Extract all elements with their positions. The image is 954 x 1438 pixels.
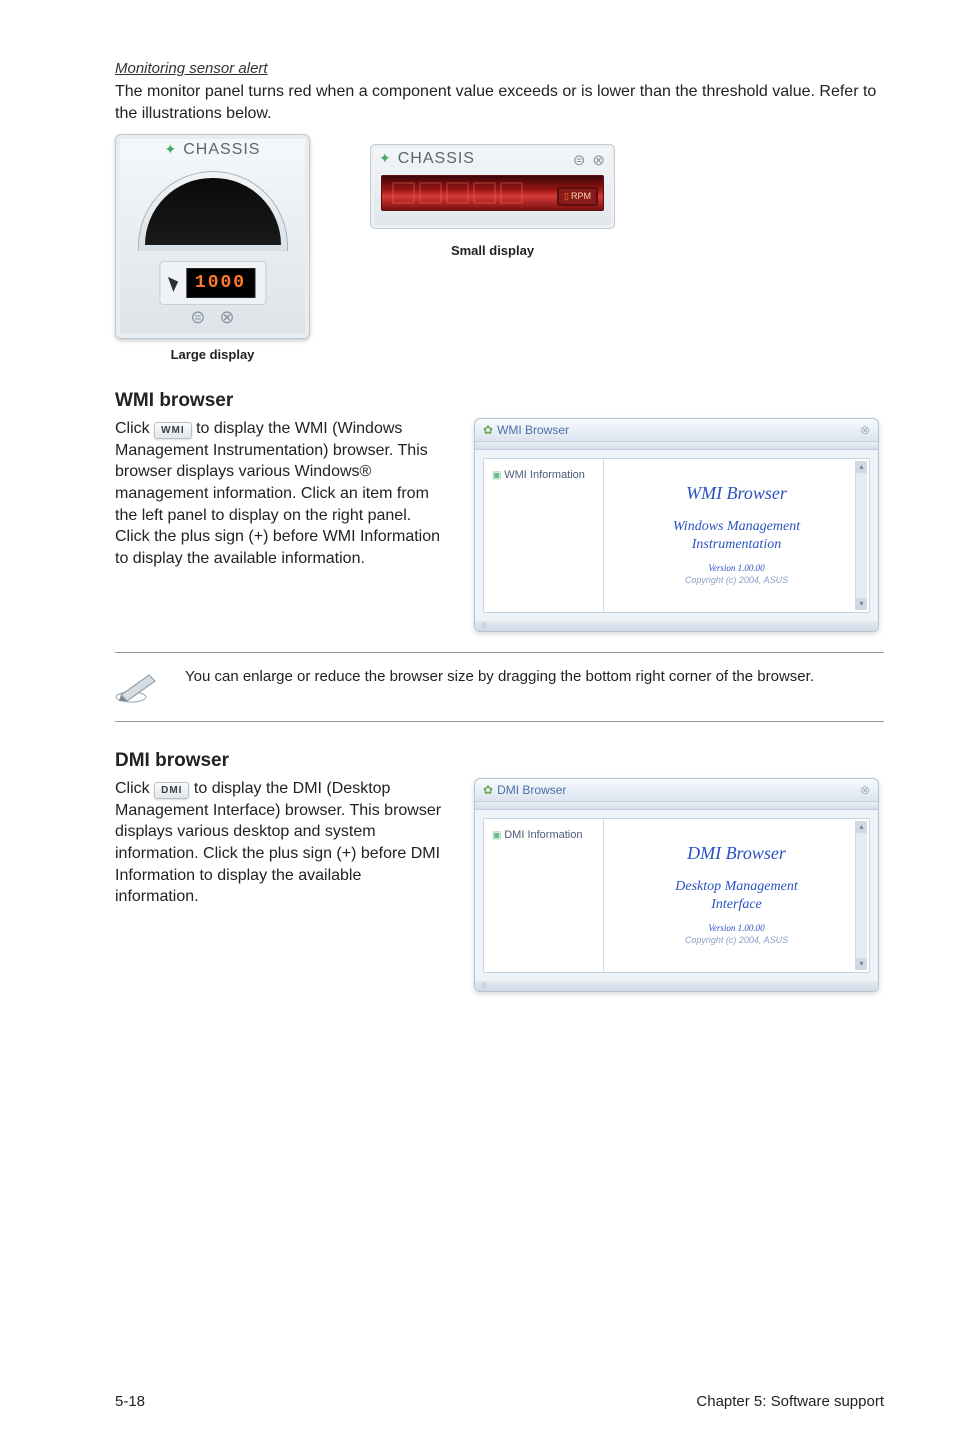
wmi-tree-panel[interactable]: WMI Information <box>484 459 604 612</box>
close-icon[interactable]: ⊗ <box>220 307 235 328</box>
gauge-digits: 1000 <box>186 268 255 298</box>
dmi-heading: DMI browser <box>115 750 884 772</box>
gauge-readout-row: 1000 <box>159 261 266 305</box>
large-display-caption: Large display <box>115 347 310 362</box>
wmi-tree-root[interactable]: WMI Information <box>492 469 585 481</box>
dmi-button[interactable]: DMI <box>154 782 189 799</box>
small-display-block: CHASSIS ⊜ ⊗ RPM Small display <box>370 144 615 258</box>
window-toolbar <box>475 802 878 810</box>
wmi-pane-title: WMI Browser <box>686 483 787 504</box>
wmi-text-suffix: to display the WMI (Windows Management I… <box>115 420 440 567</box>
large-gauge-panel: CHASSIS RPM 1000 ⊜ ⊗ <box>115 134 310 339</box>
dmi-detail-panel: DMI Browser Desktop Management Interface… <box>604 819 869 972</box>
dmi-copyright: Copyright (c) 2004, ASUS <box>685 935 788 945</box>
large-gauge-label: CHASSIS <box>183 141 260 159</box>
note-text: You can enlarge or reduce the browser si… <box>185 667 814 703</box>
large-display-block: CHASSIS RPM 1000 ⊜ ⊗ Large display <box>115 134 310 362</box>
rpm-unit-badge: RPM <box>234 224 277 245</box>
small-gauge-lcd: RPM <box>381 175 604 211</box>
wmi-heading: WMI browser <box>115 390 884 412</box>
footer-chapter: Chapter 5: Software support <box>696 1393 884 1410</box>
scroll-up-icon[interactable]: ▴ <box>856 461 867 473</box>
scroll-down-icon[interactable]: ▾ <box>856 958 867 970</box>
scrollbar[interactable]: ▴ ▾ <box>855 461 867 610</box>
settings-icon[interactable]: ⊜ <box>190 307 205 328</box>
small-gauge-panel: CHASSIS ⊜ ⊗ RPM <box>370 144 615 229</box>
wmi-browser-window: ✿ WMI Browser ⊗ WMI Information WMI Brow… <box>474 418 879 632</box>
close-icon[interactable]: ⊗ <box>592 151 606 169</box>
fan-icon <box>165 141 178 159</box>
dmi-window-title: DMI Browser <box>497 783 566 797</box>
dmi-paragraph: Click DMI to display the DMI (Desktop Ma… <box>115 778 444 908</box>
wmi-version: Version 1.00.00 <box>708 563 764 573</box>
dmi-pane-sub1: Desktop Management <box>675 879 797 894</box>
settings-icon[interactable]: ⊜ <box>573 151 587 169</box>
dmi-browser-window: ✿ DMI Browser ⊗ DMI Information DMI Brow… <box>474 778 879 992</box>
dmi-tree-root[interactable]: DMI Information <box>492 829 582 841</box>
sensor-alert-paragraph: The monitor panel turns red when a compo… <box>115 81 884 124</box>
wmi-window-title: WMI Browser <box>497 423 569 437</box>
dmi-tree-panel[interactable]: DMI Information <box>484 819 604 972</box>
dmi-text-suffix: to display the DMI (Desktop Management I… <box>115 780 441 905</box>
dmi-version: Version 1.00.00 <box>708 923 764 933</box>
window-toolbar <box>475 442 878 450</box>
dmi-pane-sub2: Interface <box>711 897 762 912</box>
small-display-caption: Small display <box>370 243 615 258</box>
wmi-detail-panel: WMI Browser Windows Management Instrumen… <box>604 459 869 612</box>
resize-grip[interactable] <box>475 621 878 631</box>
window-icon: ✿ <box>483 423 493 437</box>
wmi-button[interactable]: WMI <box>154 422 192 439</box>
scroll-down-icon[interactable]: ▾ <box>856 598 867 610</box>
fan-icon <box>379 150 392 168</box>
footer-page-number: 5-18 <box>115 1393 145 1410</box>
wmi-pane-sub1: Windows Management <box>673 519 800 534</box>
window-icon: ✿ <box>483 783 493 797</box>
scrollbar[interactable]: ▴ ▾ <box>855 821 867 970</box>
resize-grip[interactable] <box>475 981 878 991</box>
scroll-up-icon[interactable]: ▴ <box>856 821 867 833</box>
close-icon[interactable]: ⊗ <box>860 783 870 797</box>
wmi-copyright: Copyright (c) 2004, ASUS <box>685 575 788 585</box>
dmi-text-prefix: Click <box>115 780 154 797</box>
close-icon[interactable]: ⊗ <box>860 423 870 437</box>
sensor-alert-heading: Monitoring sensor alert <box>115 60 884 77</box>
gauge-needle-icon <box>167 274 180 292</box>
wmi-paragraph: Click WMI to display the WMI (Windows Ma… <box>115 418 444 569</box>
gauge-arc: RPM <box>138 171 288 251</box>
small-gauge-label: CHASSIS <box>398 150 475 168</box>
note-block: You can enlarge or reduce the browser si… <box>115 652 884 722</box>
wmi-text-prefix: Click <box>115 420 154 437</box>
pencil-icon <box>115 669 161 703</box>
rpm-unit-badge: RPM <box>557 187 598 206</box>
wmi-pane-sub2: Instrumentation <box>692 537 781 552</box>
dmi-pane-title: DMI Browser <box>687 843 786 864</box>
